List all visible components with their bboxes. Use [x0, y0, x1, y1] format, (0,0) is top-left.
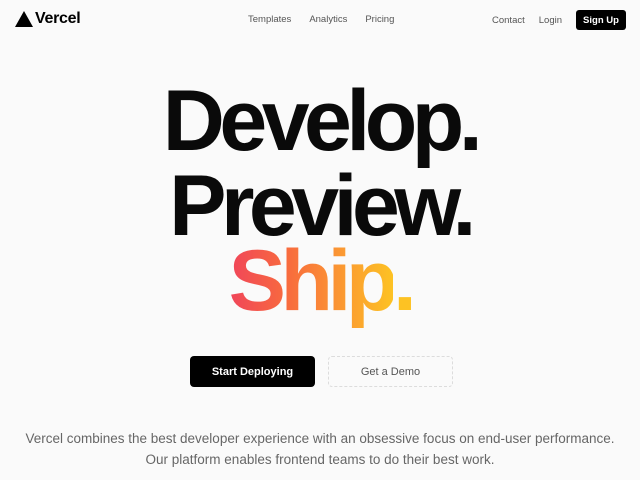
hero-ship-word: Ship	[228, 233, 399, 329]
get-a-demo-button[interactable]: Get a Demo	[328, 356, 453, 387]
account-nav: Contact Login Sign Up	[492, 10, 626, 30]
site-header: Vercel Templates Analytics Pricing Conta…	[0, 0, 640, 40]
hero-ship-dot: .	[392, 233, 417, 329]
landing-page: Vercel Templates Analytics Pricing Conta…	[0, 0, 640, 480]
vercel-logo[interactable]: Vercel	[15, 10, 81, 28]
start-deploying-button[interactable]: Start Deploying	[190, 356, 315, 387]
nav-analytics[interactable]: Analytics	[309, 14, 347, 25]
triangle-icon	[15, 11, 33, 27]
tagline-line-1: Vercel combines the best developer exper…	[25, 431, 615, 446]
signup-button[interactable]: Sign Up	[576, 10, 626, 30]
login-link[interactable]: Login	[539, 15, 562, 26]
hero-line-ship: Ship.	[0, 238, 640, 324]
contact-link[interactable]: Contact	[492, 15, 525, 26]
main-nav: Templates Analytics Pricing	[248, 14, 412, 25]
nav-templates[interactable]: Templates	[248, 14, 291, 25]
tagline: Vercel combines the best developer exper…	[0, 428, 640, 470]
hero-line-develop: Develop.	[162, 73, 483, 169]
tagline-line-2: Our platform enables frontend teams to d…	[145, 452, 495, 467]
nav-pricing[interactable]: Pricing	[365, 14, 394, 25]
logo-text: Vercel	[35, 10, 81, 27]
